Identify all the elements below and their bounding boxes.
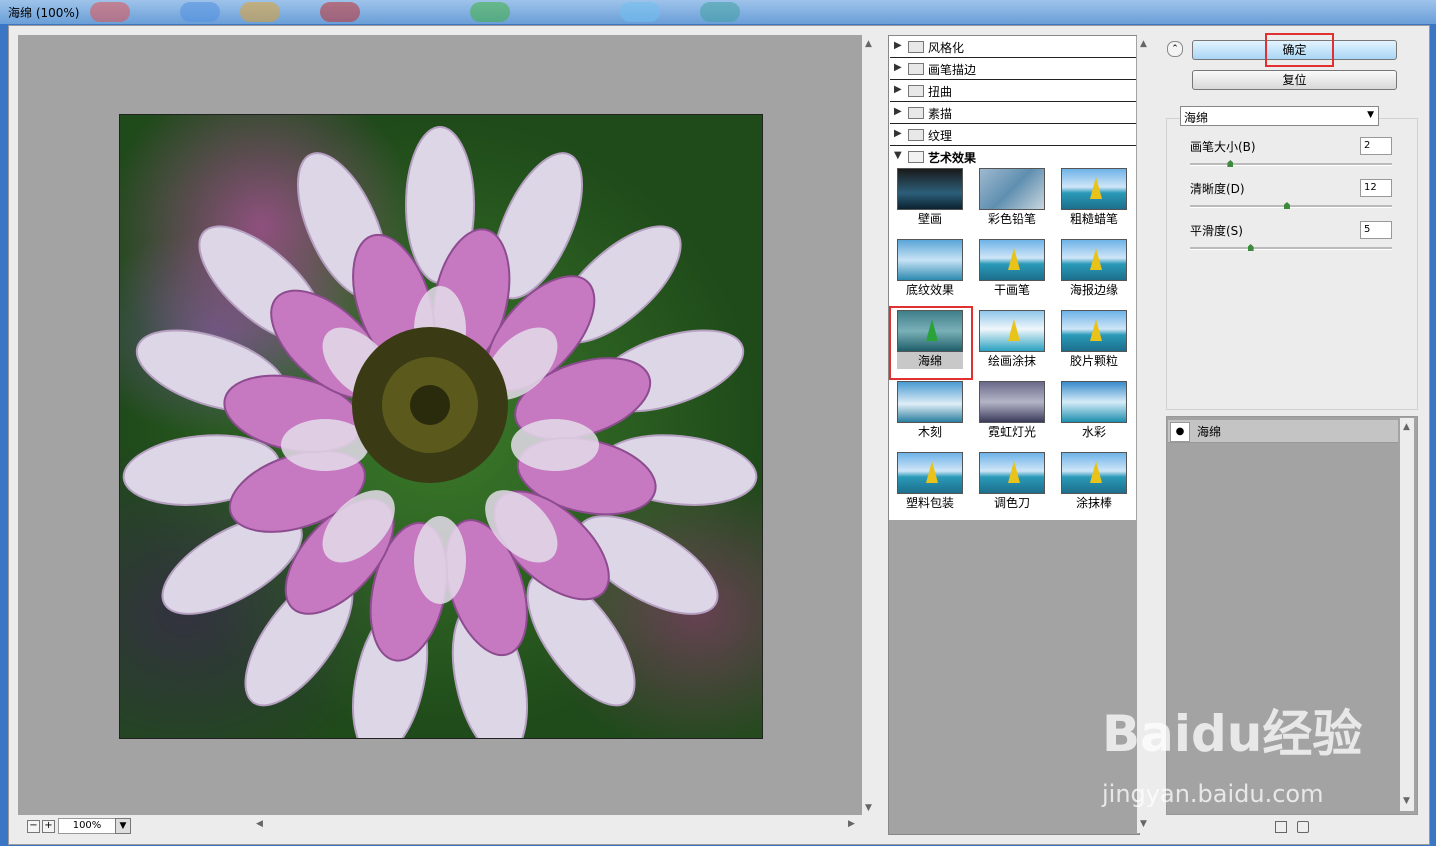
expand-triangle-icon[interactable]: ▶ xyxy=(894,84,902,95)
filter-thumb[interactable]: 底纹效果 xyxy=(897,239,963,297)
scroll-up-icon[interactable]: ▲ xyxy=(865,39,872,49)
filter-thumb-image xyxy=(979,239,1045,281)
category-artistic[interactable]: ▼ 艺术效果 xyxy=(890,146,1136,167)
filter-thumb[interactable]: 胶片颗粒 xyxy=(1061,310,1127,368)
filter-thumb[interactable]: 调色刀 xyxy=(979,452,1045,510)
effect-layer-name: 海绵 xyxy=(1197,425,1222,439)
trash-icon[interactable] xyxy=(1297,821,1309,833)
zoom-field[interactable]: 100% xyxy=(58,818,116,834)
scroll-down-icon[interactable]: ▼ xyxy=(1140,819,1147,829)
filter-thumb[interactable]: 水彩 xyxy=(1061,381,1127,439)
scroll-up-icon[interactable]: ▲ xyxy=(1403,422,1410,432)
baidu-watermark: Baidu经验 xyxy=(1102,705,1363,763)
filter-thumb-image xyxy=(979,168,1045,210)
filter-thumb-image xyxy=(979,310,1045,352)
filter-thumb-image xyxy=(897,168,963,210)
filter-thumb-image xyxy=(1061,381,1127,423)
expand-triangle-icon[interactable]: ▶ xyxy=(894,106,902,117)
brush-size-slider[interactable] xyxy=(1190,163,1392,166)
folder-icon xyxy=(908,107,924,119)
filter-thumb-image xyxy=(1061,310,1127,352)
ok-button-highlight xyxy=(1265,33,1334,67)
flower-illustration xyxy=(122,126,758,738)
expand-triangle-icon[interactable]: ▶ xyxy=(894,40,902,51)
definition-slider[interactable] xyxy=(1190,205,1392,208)
title-bar: 海绵 (100%) xyxy=(0,0,1436,24)
filter-thumb-image xyxy=(1061,239,1127,281)
filter-thumb-image xyxy=(897,381,963,423)
taskbar-icon xyxy=(90,2,130,22)
taskbar-icon xyxy=(320,2,360,22)
scroll-down-icon[interactable]: ▼ xyxy=(1403,796,1410,806)
filter-thumb[interactable]: 海报边缘 xyxy=(1061,239,1127,297)
folder-icon xyxy=(908,85,924,97)
category-brush-strokes[interactable]: ▶ 画笔描边 xyxy=(890,58,1136,80)
filter-thumb-image xyxy=(897,239,963,281)
filter-select-value: 海绵 xyxy=(1184,111,1209,125)
expand-triangle-icon[interactable]: ▶ xyxy=(894,62,902,73)
brush-size-input[interactable]: 2 xyxy=(1360,137,1392,155)
preview-horizontal-scrollbar[interactable]: ◀ ▶ xyxy=(252,818,862,832)
taskbar-icon xyxy=(470,2,510,22)
filter-thumb-image xyxy=(897,452,963,494)
chevron-down-icon: ▼ xyxy=(1367,110,1374,120)
brush-size-label: 画笔大小(B) xyxy=(1190,140,1256,154)
baidu-watermark-url: jingyan.baidu.com xyxy=(1102,780,1324,808)
layers-scrollbar[interactable]: ▲ ▼ xyxy=(1400,418,1414,811)
open-folder-icon xyxy=(908,151,924,163)
scroll-down-icon[interactable]: ▼ xyxy=(865,803,872,813)
scroll-right-icon[interactable]: ▶ xyxy=(848,819,855,829)
window-title: 海绵 (100%) xyxy=(8,6,80,20)
filter-thumb[interactable]: 涂抹棒 xyxy=(1061,452,1127,510)
folder-icon xyxy=(908,129,924,141)
filter-settings-panel xyxy=(1166,118,1418,410)
definition-input[interactable]: 12 xyxy=(1360,179,1392,197)
filter-thumb[interactable]: 粗糙蜡笔 xyxy=(1061,168,1127,226)
reset-button[interactable]: 复位 xyxy=(1192,70,1397,90)
smoothness-slider[interactable] xyxy=(1190,247,1392,250)
filter-thumb-image xyxy=(979,381,1045,423)
zoom-out-button[interactable]: − xyxy=(27,820,40,833)
taskbar-icon xyxy=(700,2,740,22)
preview-image xyxy=(119,114,763,739)
smoothness-input[interactable]: 5 xyxy=(1360,221,1392,239)
filter-thumb[interactable]: 彩色铅笔 xyxy=(979,168,1045,226)
category-distort[interactable]: ▶ 扭曲 xyxy=(890,80,1136,102)
zoom-in-button[interactable]: + xyxy=(42,820,55,833)
taskbar-icon xyxy=(180,2,220,22)
filter-select[interactable]: 海绵 ▼ xyxy=(1180,106,1379,126)
definition-label: 清晰度(D) xyxy=(1190,182,1245,196)
filter-thumb-image xyxy=(979,452,1045,494)
taskbar-icon xyxy=(240,2,280,22)
scroll-left-icon[interactable]: ◀ xyxy=(256,819,263,829)
filter-thumb[interactable]: 绘画涂抹 xyxy=(979,310,1045,368)
selected-filter-highlight xyxy=(889,306,973,380)
filter-thumb[interactable]: 塑料包装 xyxy=(897,452,963,510)
expand-triangle-icon[interactable]: ▶ xyxy=(894,128,902,139)
filter-thumb[interactable]: 木刻 xyxy=(897,381,963,439)
category-texture[interactable]: ▶ 纹理 xyxy=(890,124,1136,146)
collapse-gallery-icon[interactable]: ⌃ xyxy=(1167,41,1183,57)
scroll-up-icon[interactable]: ▲ xyxy=(1140,39,1147,49)
smoothness-label: 平滑度(S) xyxy=(1190,224,1243,238)
category-stylize[interactable]: ▶ 风格化 xyxy=(890,36,1136,58)
filter-thumb-image xyxy=(1061,452,1127,494)
taskbar-icon xyxy=(620,2,660,22)
eye-icon[interactable]: ● xyxy=(1170,422,1190,442)
folder-icon xyxy=(908,63,924,75)
folder-icon xyxy=(908,41,924,53)
filter-thumb[interactable]: 霓虹灯光 xyxy=(979,381,1045,439)
collapse-triangle-icon[interactable]: ▼ xyxy=(894,150,902,161)
filter-thumb[interactable]: 壁画 xyxy=(897,168,963,226)
preview-vertical-scrollbar[interactable]: ▲ ▼ xyxy=(862,35,876,815)
category-sketch[interactable]: ▶ 素描 xyxy=(890,102,1136,124)
filter-thumb[interactable]: 干画笔 xyxy=(979,239,1045,297)
new-effect-layer-icon[interactable] xyxy=(1275,821,1287,833)
filter-thumb-image xyxy=(1061,168,1127,210)
chevron-down-icon[interactable]: ▼ xyxy=(115,818,131,834)
